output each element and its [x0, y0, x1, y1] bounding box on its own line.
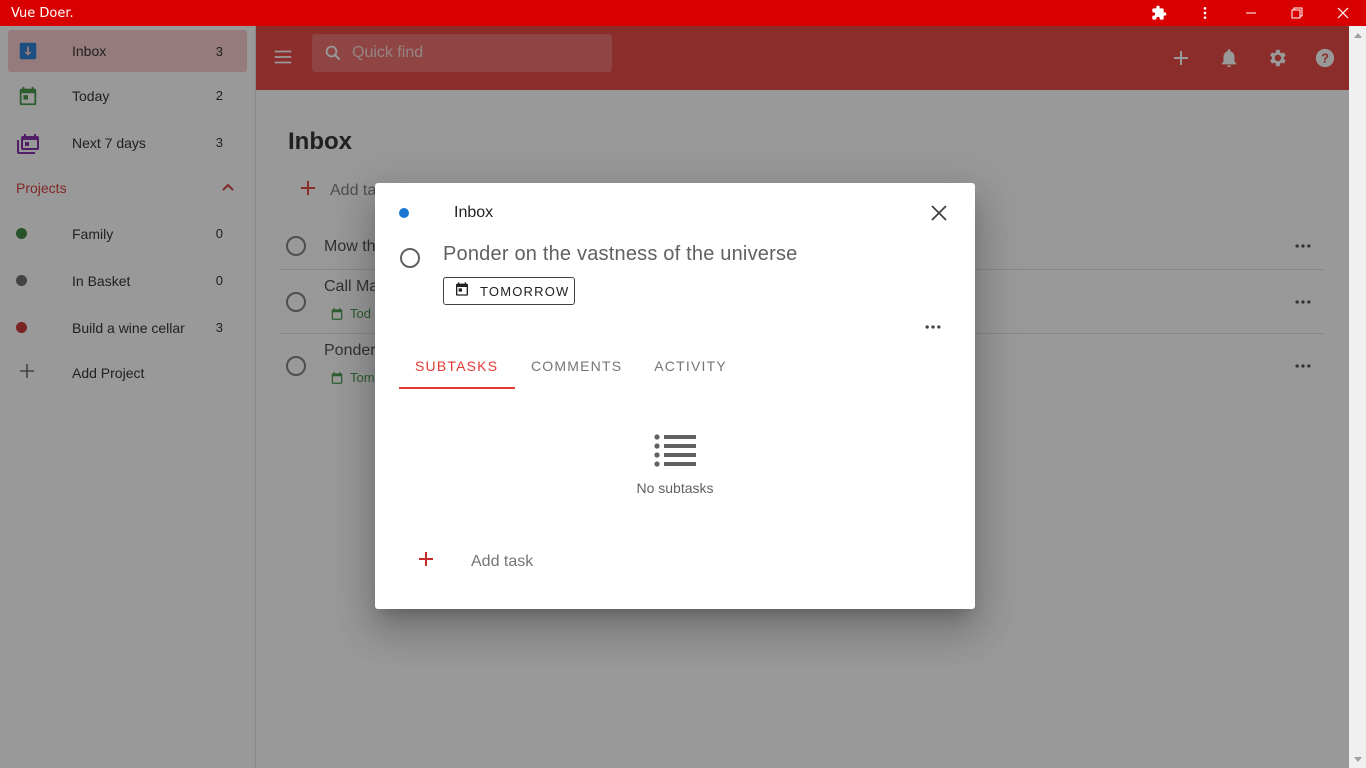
tab-activity[interactable]: ACTIVITY [638, 353, 743, 389]
due-date-button[interactable]: TOMORROW [443, 277, 575, 305]
close-window-icon[interactable] [1320, 0, 1366, 26]
scroll-down-arrow-icon[interactable] [1349, 751, 1366, 768]
calendar-icon [454, 281, 470, 302]
extensions-icon[interactable] [1136, 0, 1182, 26]
dialog-task-title[interactable]: Ponder on the vastness of the universe [443, 243, 798, 266]
minimize-icon[interactable] [1228, 0, 1274, 26]
kebab-menu-icon[interactable] [1182, 0, 1228, 26]
plus-icon [417, 550, 435, 573]
dialog-project-label: Inbox [454, 204, 494, 221]
due-date-label: TOMORROW [480, 283, 570, 299]
project-color-dot [399, 208, 409, 218]
add-subtask-button[interactable]: Add task [417, 550, 533, 573]
dialog-tabs: SUBTASKS COMMENTS ACTIVITY [399, 353, 743, 389]
window-title: Vue Doer. [11, 5, 74, 21]
tab-comments[interactable]: COMMENTS [515, 353, 638, 389]
vertical-scrollbar[interactable] [1349, 26, 1366, 768]
restore-icon[interactable] [1274, 0, 1320, 26]
title-bar: Vue Doer. [0, 0, 1366, 26]
more-horizontal-icon[interactable] [923, 317, 943, 342]
close-icon[interactable] [927, 201, 951, 225]
add-subtask-label: Add task [471, 552, 534, 570]
empty-state-label: No subtasks [636, 480, 714, 496]
scrollbar-thumb[interactable] [1351, 44, 1364, 748]
scroll-up-arrow-icon[interactable] [1349, 26, 1366, 43]
task-complete-checkbox[interactable] [400, 248, 420, 268]
task-detail-dialog: Inbox Ponder on the vastness of the univ… [375, 183, 975, 609]
list-icon [653, 433, 697, 474]
tab-subtasks[interactable]: SUBTASKS [399, 353, 515, 389]
empty-state: No subtasks [375, 433, 975, 496]
